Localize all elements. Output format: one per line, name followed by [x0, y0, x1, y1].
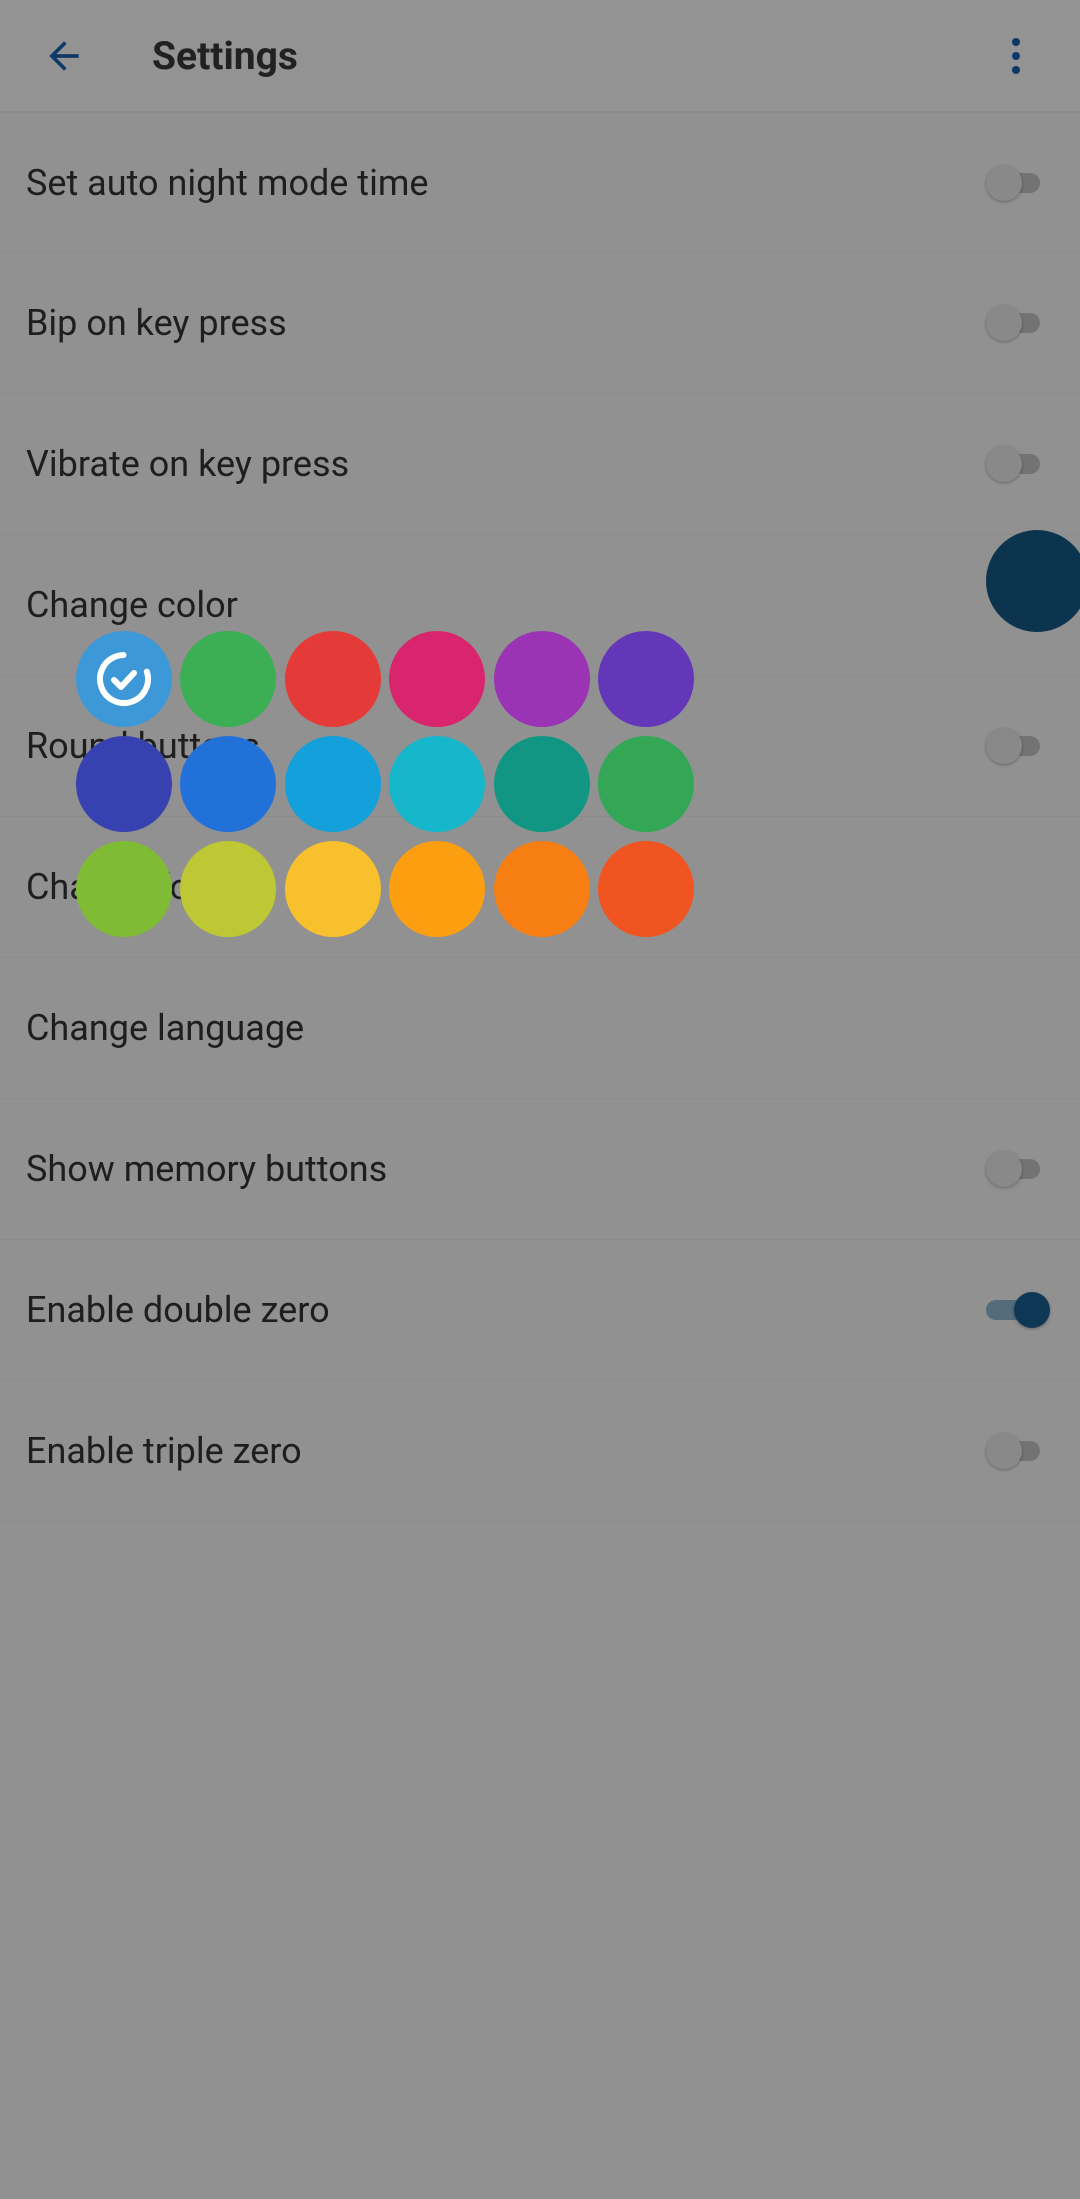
color-option-12[interactable] [76, 841, 172, 937]
modal-scrim[interactable] [0, 0, 1080, 2199]
color-option-7[interactable] [180, 736, 276, 832]
settings-screen: Settings Set auto night mode time Bip on… [0, 0, 1080, 2199]
color-option-15[interactable] [389, 841, 485, 937]
color-option-0[interactable] [76, 631, 172, 727]
color-option-6[interactable] [76, 736, 172, 832]
color-option-17[interactable] [598, 841, 694, 937]
color-option-5[interactable] [598, 631, 694, 727]
color-option-11[interactable] [598, 736, 694, 832]
color-option-8[interactable] [285, 736, 381, 832]
color-picker-popup [76, 631, 694, 937]
color-option-16[interactable] [494, 841, 590, 937]
color-option-13[interactable] [180, 841, 276, 937]
color-option-3[interactable] [389, 631, 485, 727]
color-option-9[interactable] [389, 736, 485, 832]
checkmark-icon [94, 649, 154, 709]
color-option-14[interactable] [285, 841, 381, 937]
color-option-1[interactable] [180, 631, 276, 727]
color-option-2[interactable] [285, 631, 381, 727]
color-option-10[interactable] [494, 736, 590, 832]
color-option-4[interactable] [494, 631, 590, 727]
